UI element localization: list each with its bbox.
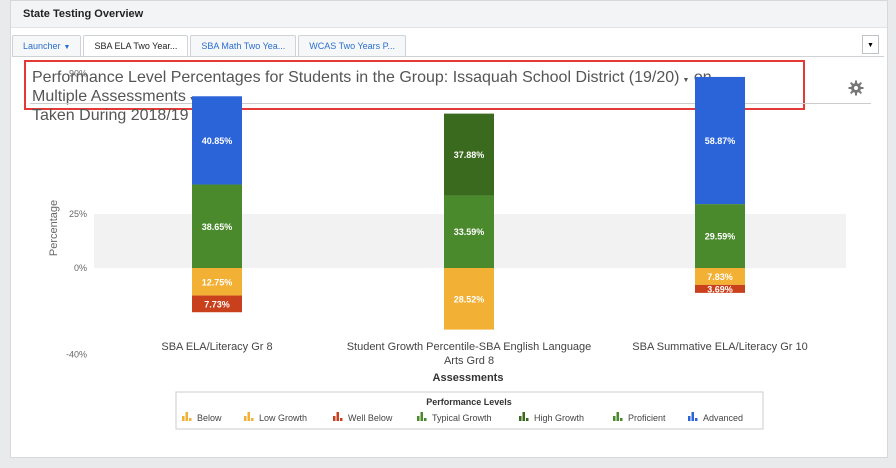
y-tick-label: -40%	[66, 349, 87, 359]
bar-chart-icon	[519, 416, 522, 421]
data-label: 3.69%	[707, 284, 733, 294]
category-label: SBA Summative ELA/Literacy Gr 10	[632, 341, 807, 353]
category-label: SBA ELA/Literacy Gr 8	[161, 341, 272, 353]
legend-title: Performance Levels	[426, 397, 512, 407]
data-label: 29.59%	[705, 232, 736, 242]
bar-chart-icon	[336, 412, 339, 421]
data-label: 38.65%	[202, 222, 233, 232]
performance-chart: 90% 25% 0% -40% Percentage 12.75% 7.73% 38.65…	[48, 69, 846, 430]
bar-chart-icon	[691, 412, 694, 421]
bar-chart-icon	[185, 412, 188, 421]
bar-chart-icon	[695, 418, 698, 421]
data-label: 7.73%	[204, 299, 230, 309]
data-label: 33.59%	[454, 227, 485, 237]
y-tick-label: 25%	[69, 209, 87, 219]
data-label: 7.83%	[707, 272, 733, 282]
bar-chart-icon	[417, 416, 420, 421]
bar-chart-icon	[522, 412, 525, 421]
bar-chart-icon	[247, 412, 250, 421]
bar-chart-icon	[688, 416, 691, 421]
legend-label: Well Below	[348, 413, 393, 423]
legend-label: Below	[197, 413, 222, 423]
legend-label: High Growth	[534, 413, 584, 423]
data-label: 40.85%	[202, 136, 233, 146]
category-label: Student Growth Percentile-SBA English La…	[347, 341, 592, 353]
bar-chart-icon	[424, 418, 427, 421]
data-label: 12.75%	[202, 277, 233, 287]
bar-chart-icon	[333, 416, 336, 421]
bar-chart-icon	[620, 418, 623, 421]
bar-chart-icon	[340, 418, 343, 421]
data-label: 37.88%	[454, 150, 485, 160]
category-label: Arts Grd 8	[444, 355, 494, 367]
bar-chart-icon	[420, 412, 423, 421]
legend-label: Proficient	[628, 413, 666, 423]
bar-chart-icon	[526, 418, 529, 421]
bar-chart-icon	[251, 418, 254, 421]
legend-label: Advanced	[703, 413, 743, 423]
legend-label: Typical Growth	[432, 413, 492, 423]
bar-chart-icon	[616, 412, 619, 421]
bar-chart-icon	[244, 416, 247, 421]
x-axis-label: Assessments	[433, 372, 504, 384]
bar-chart-icon	[182, 416, 185, 421]
data-label: 58.87%	[705, 136, 736, 146]
bar-chart-icon	[189, 418, 192, 421]
data-label: 28.52%	[454, 294, 485, 304]
y-tick-label: 90%	[69, 69, 87, 79]
bar-chart-icon	[613, 416, 616, 421]
legend-label: Low Growth	[259, 413, 307, 423]
y-tick-label: 0%	[74, 263, 87, 273]
y-axis-label: Percentage	[48, 200, 60, 256]
